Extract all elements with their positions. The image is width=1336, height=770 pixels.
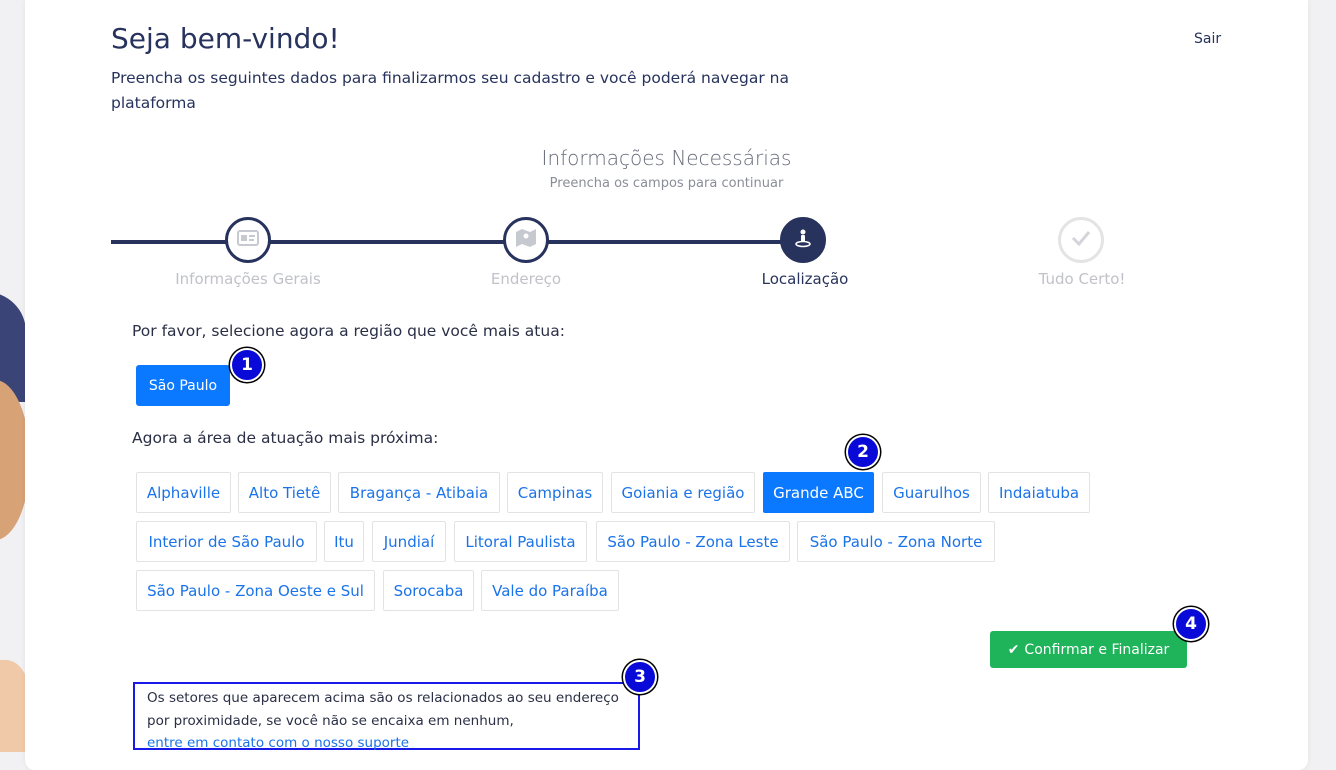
registration-card: Seja bem-vindo! Preencha os seguintes da… [25, 0, 1308, 770]
location-person-icon [793, 228, 813, 252]
region-sao-paulo-button[interactable]: São Paulo [136, 365, 230, 406]
page-subtitle: Preencha os seguintes dados para finaliz… [111, 69, 789, 112]
support-link[interactable]: entre em contato com o nosso suporte [147, 735, 409, 751]
area-option[interactable]: Goiania e região [611, 472, 755, 513]
annotation-marker-1: 1 [230, 348, 264, 382]
map-icon [515, 228, 537, 252]
area-option[interactable]: São Paulo - Zona Leste [596, 521, 790, 562]
area-option[interactable]: Alphaville [136, 472, 231, 513]
info-subheading: Preencha os campos para continuar [549, 176, 784, 191]
region-question: Por favor, selecione agora a região que … [132, 322, 565, 340]
step-3-circle [780, 217, 826, 263]
step-1-circle [225, 217, 271, 263]
area-option[interactable]: Vale do Paraíba [481, 570, 619, 611]
step-4-label: Tudo Certo! [1038, 270, 1126, 288]
area-option[interactable]: Sorocaba [383, 570, 474, 611]
info-heading: Informações Necessárias [541, 146, 792, 170]
area-option-selected[interactable]: Grande ABC [763, 472, 874, 513]
area-option[interactable]: Bragança - Atibaia [338, 472, 500, 513]
page-title: Seja bem-vindo! [111, 22, 340, 55]
step-2-circle [503, 217, 549, 263]
step-1-label: Informações Gerais [175, 270, 321, 288]
step-2-label: Endereço [490, 270, 562, 288]
check-icon: ✔ [1007, 641, 1020, 658]
help-note-text: Os setores que aparecem acima são os rel… [147, 690, 619, 729]
step-3-label: Localização [761, 270, 849, 288]
area-option[interactable]: Litoral Paulista [454, 521, 587, 562]
area-option[interactable]: Guarulhos [882, 472, 981, 513]
area-option[interactable]: São Paulo - Zona Oeste e Sul [136, 570, 375, 611]
area-option[interactable]: Campinas [507, 472, 603, 513]
confirm-button[interactable]: ✔ Confirmar e Finalizar [990, 631, 1187, 668]
area-option[interactable]: Interior de São Paulo [136, 521, 317, 562]
annotation-marker-3: 3 [623, 660, 657, 694]
stepper-track [111, 240, 803, 244]
area-option[interactable]: Jundiaí [372, 521, 446, 562]
check-icon [1071, 230, 1091, 250]
area-option[interactable]: Indaiatuba [988, 472, 1090, 513]
annotation-marker-4: 4 [1174, 607, 1208, 641]
logout-link[interactable]: Sair [1194, 31, 1221, 47]
id-card-icon [237, 229, 259, 251]
annotation-marker-2: 2 [846, 435, 880, 469]
confirm-button-label: Confirmar e Finalizar [1024, 641, 1170, 658]
help-note: Os setores que aparecem acima são os rel… [133, 682, 640, 751]
step-4-circle [1058, 217, 1104, 263]
area-option[interactable]: Alto Tietê [238, 472, 331, 513]
area-option[interactable]: Itu [324, 521, 364, 562]
area-option[interactable]: São Paulo - Zona Norte [797, 521, 995, 562]
area-question: Agora a área de atuação mais próxima: [132, 429, 439, 447]
